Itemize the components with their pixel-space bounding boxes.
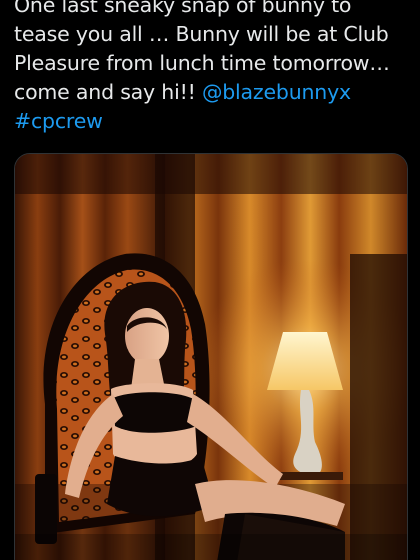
mention-link[interactable]: @blazebunnyx	[202, 80, 351, 104]
photo-scene	[15, 154, 407, 560]
tweet-card: One last sneaky snap of bunny to tease y…	[0, 0, 420, 560]
tweet-text: One last sneaky snap of bunny to tease y…	[14, 0, 412, 136]
hashtag-link[interactable]: #cpcrew	[14, 109, 103, 133]
tweet-photo[interactable]	[14, 153, 408, 560]
